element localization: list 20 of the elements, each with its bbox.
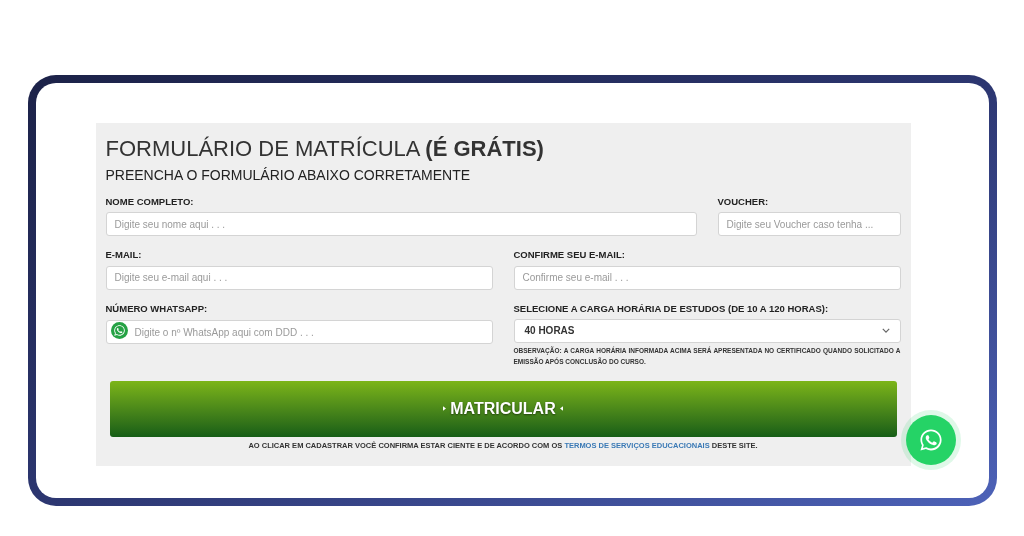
hours-select[interactable]: 40 HORAS <box>513 318 901 343</box>
whatsapp-icon <box>918 427 944 453</box>
field-label: NÚMERO WHATSAPP: <box>105 301 209 316</box>
text-field[interactable]: Digite seu e-mail aqui . . . <box>105 265 493 290</box>
field-label: NOME COMPLETO: <box>105 195 195 209</box>
field-label: CONFIRME SEU E-MAIL: <box>513 248 626 263</box>
field-label: VOUCHER: <box>717 195 770 209</box>
text-field[interactable]: Confirme seu e-mail . . . <box>513 265 901 290</box>
field-label: SELECIONE A CARGA HORÁRIA DE ESTUDOS (DE 10 A 120 HORAS): <box>513 301 830 316</box>
chevron-down-icon <box>881 328 890 334</box>
whatsapp-icon <box>112 324 126 338</box>
phone-field[interactable]: Digite o nº WhatsApp aqui com DDD . . . <box>105 320 493 345</box>
field-label: E-MAIL: <box>105 248 143 263</box>
form-title: FORMULÁRIO DE MATRÍCULA (É GRÁTIS) <box>105 135 545 163</box>
text-field[interactable]: Digite seu nome aqui . . . <box>105 212 697 237</box>
submit-button[interactable]: MATRICULAR <box>109 380 897 437</box>
text-field[interactable]: Digite seu Voucher caso tenha ... <box>717 212 901 237</box>
caret-right-icon <box>443 406 447 412</box>
caret-left-icon <box>559 406 563 412</box>
form-subtitle: PREENCHA O FORMULÁRIO ABAIXO CORRETAMENTE <box>105 166 472 185</box>
